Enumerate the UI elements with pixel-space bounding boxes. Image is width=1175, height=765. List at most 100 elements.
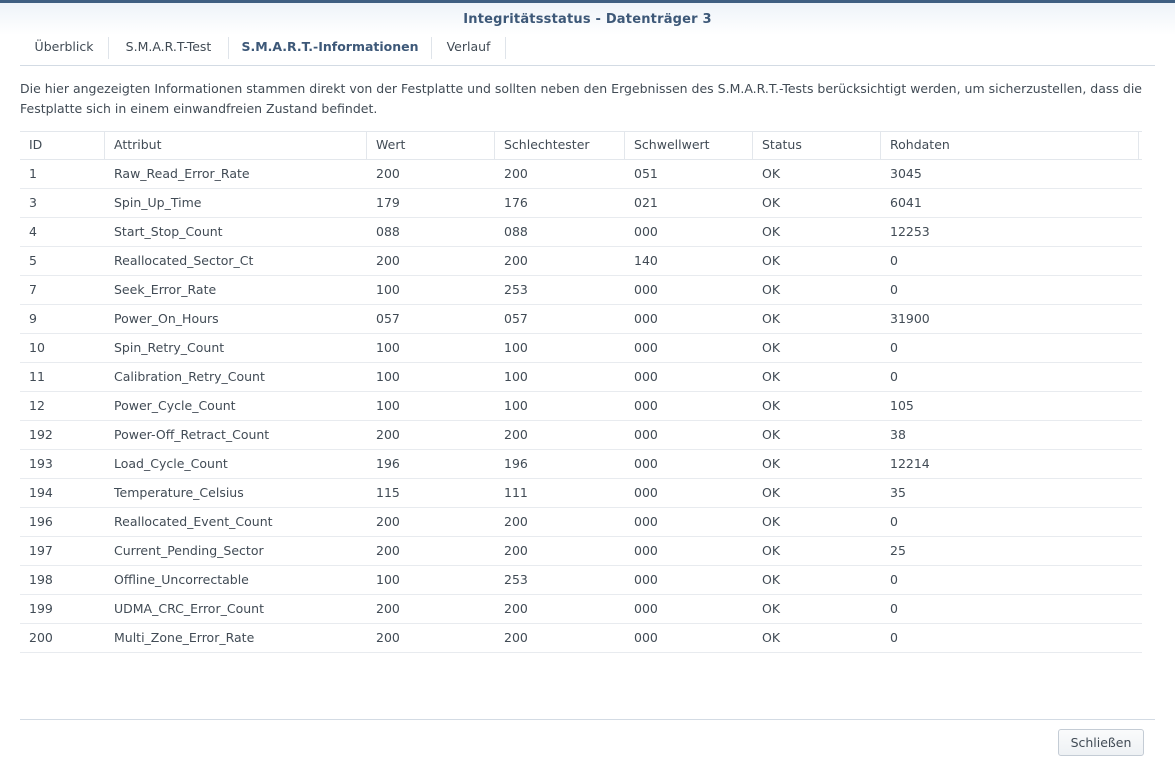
cell-status: OK — [762, 224, 781, 239]
cell-raw-data: 12253 — [890, 224, 930, 239]
table-row[interactable]: 196 Reallocated_Event_Count 200 200 000 OK 0 — [20, 508, 1142, 537]
cell-raw-data: 0 — [890, 630, 898, 645]
close-button[interactable]: Schließen — [1058, 729, 1144, 756]
table-row[interactable]: 199 UDMA_CRC_Error_Count 200 200 000 OK 0 — [20, 595, 1142, 624]
tab-smart-info[interactable]: S.M.A.R.T.-Informationen — [229, 35, 431, 62]
tab-history[interactable]: Verlauf — [432, 35, 505, 62]
cell-attribute: Multi_Zone_Error_Rate — [114, 630, 255, 645]
cell-raw-data: 105 — [890, 398, 914, 413]
cell-attribute: UDMA_CRC_Error_Count — [114, 601, 264, 616]
cell-value: 196 — [376, 456, 400, 471]
cell-threshold: 000 — [634, 456, 658, 471]
cell-threshold: 000 — [634, 340, 658, 355]
cell-value: 100 — [376, 398, 400, 413]
column-header-worst[interactable]: Schlechtester — [495, 132, 625, 159]
table-body: 1 Raw_Read_Error_Rate 200 200 051 OK 3045 3 Spin… — [20, 160, 1142, 653]
cell-value: 200 — [376, 253, 400, 268]
table-row[interactable]: 1 Raw_Read_Error_Rate 200 200 051 OK 3045 — [20, 160, 1142, 189]
cell-worst: 200 — [504, 427, 528, 442]
cell-value: 200 — [376, 543, 400, 558]
cell-raw-data: 6041 — [890, 195, 922, 210]
tab-smart-test[interactable]: S.M.A.R.T-Test — [109, 35, 228, 62]
cell-threshold: 021 — [634, 195, 658, 210]
cell-attribute: Calibration_Retry_Count — [114, 369, 265, 384]
table-row[interactable]: 11 Calibration_Retry_Count 100 100 000 OK 0 — [20, 363, 1142, 392]
cell-raw-data: 35 — [890, 485, 906, 500]
cell-worst: 200 — [504, 630, 528, 645]
table-row[interactable]: 3 Spin_Up_Time 179 176 021 OK 6041 — [20, 189, 1142, 218]
column-header-threshold[interactable]: Schwellwert — [625, 132, 753, 159]
table-row[interactable]: 192 Power-Off_Retract_Count 200 200 000 OK 38 — [20, 421, 1142, 450]
cell-attribute: Power_Cycle_Count — [114, 398, 236, 413]
cell-status: OK — [762, 340, 781, 355]
cell-attribute: Offline_Uncorrectable — [114, 572, 249, 587]
cell-attribute: Spin_Retry_Count — [114, 340, 225, 355]
cell-raw-data: 0 — [890, 514, 898, 529]
cell-id: 194 — [29, 485, 53, 500]
cell-attribute: Raw_Read_Error_Rate — [114, 166, 250, 181]
column-header-status[interactable]: Status — [753, 132, 881, 159]
table-row[interactable]: 194 Temperature_Celsius 115 111 000 OK 35 — [20, 479, 1142, 508]
column-header-value[interactable]: Wert — [367, 132, 495, 159]
cell-attribute: Seek_Error_Rate — [114, 282, 217, 297]
cell-value: 100 — [376, 282, 400, 297]
info-description: Die hier angezeigten Informationen stamm… — [20, 81, 1142, 116]
cell-raw-data: 0 — [890, 601, 898, 616]
cell-raw-data: 31900 — [890, 311, 930, 326]
table-row[interactable]: 197 Current_Pending_Sector 200 200 000 OK 25 — [20, 537, 1142, 566]
cell-id: 3 — [29, 195, 37, 210]
cell-worst: 253 — [504, 282, 528, 297]
cell-worst: 253 — [504, 572, 528, 587]
cell-value: 100 — [376, 572, 400, 587]
cell-worst: 200 — [504, 514, 528, 529]
cell-threshold: 000 — [634, 485, 658, 500]
cell-status: OK — [762, 514, 781, 529]
cell-threshold: 000 — [634, 514, 658, 529]
cell-value: 057 — [376, 311, 400, 326]
cell-value: 088 — [376, 224, 400, 239]
cell-id: 200 — [29, 630, 53, 645]
cell-worst: 100 — [504, 369, 528, 384]
column-header-id[interactable]: ID — [20, 132, 105, 159]
cell-worst: 111 — [504, 485, 528, 500]
column-header-raw-data[interactable]: Rohdaten — [881, 132, 1139, 159]
cell-threshold: 000 — [634, 543, 658, 558]
tab-overview[interactable]: Überblick — [20, 35, 108, 62]
cell-value: 115 — [376, 485, 400, 500]
cell-raw-data: 0 — [890, 572, 898, 587]
cell-attribute: Power_On_Hours — [114, 311, 219, 326]
cell-id: 199 — [29, 601, 53, 616]
cell-value: 100 — [376, 340, 400, 355]
table-row[interactable]: 193 Load_Cycle_Count 196 196 000 OK 12214 — [20, 450, 1142, 479]
cell-status: OK — [762, 253, 781, 268]
cell-status: OK — [762, 456, 781, 471]
cell-raw-data: 12214 — [890, 456, 930, 471]
cell-raw-data: 0 — [890, 369, 898, 384]
table-row[interactable]: 7 Seek_Error_Rate 100 253 000 OK 0 — [20, 276, 1142, 305]
cell-status: OK — [762, 282, 781, 297]
cell-id: 10 — [29, 340, 45, 355]
table-header: ID Attribut Wert Schlechtester Schwellwe… — [20, 131, 1142, 160]
table-row[interactable]: 9 Power_On_Hours 057 057 000 OK 31900 — [20, 305, 1142, 334]
cell-status: OK — [762, 398, 781, 413]
cell-attribute: Current_Pending_Sector — [114, 543, 264, 558]
cell-threshold: 000 — [634, 369, 658, 384]
cell-status: OK — [762, 601, 781, 616]
table-row[interactable]: 200 Multi_Zone_Error_Rate 200 200 000 OK 0 — [20, 624, 1142, 653]
column-header-attribute[interactable]: Attribut — [105, 132, 367, 159]
cell-value: 200 — [376, 601, 400, 616]
cell-id: 1 — [29, 166, 37, 181]
cell-id: 192 — [29, 427, 53, 442]
title-bar: Integritätsstatus - Datenträger 3 — [0, 3, 1175, 35]
cell-worst: 200 — [504, 253, 528, 268]
smart-attributes-table: ID Attribut Wert Schlechtester Schwellwe… — [20, 131, 1142, 653]
cell-worst: 200 — [504, 166, 528, 181]
cell-status: OK — [762, 166, 781, 181]
table-row[interactable]: 198 Offline_Uncorrectable 100 253 000 OK 0 — [20, 566, 1142, 595]
table-row[interactable]: 12 Power_Cycle_Count 100 100 000 OK 105 — [20, 392, 1142, 421]
table-row[interactable]: 5 Reallocated_Sector_Ct 200 200 140 OK 0 — [20, 247, 1142, 276]
table-row[interactable]: 10 Spin_Retry_Count 100 100 000 OK 0 — [20, 334, 1142, 363]
cell-status: OK — [762, 311, 781, 326]
table-row[interactable]: 4 Start_Stop_Count 088 088 000 OK 12253 — [20, 218, 1142, 247]
cell-status: OK — [762, 485, 781, 500]
